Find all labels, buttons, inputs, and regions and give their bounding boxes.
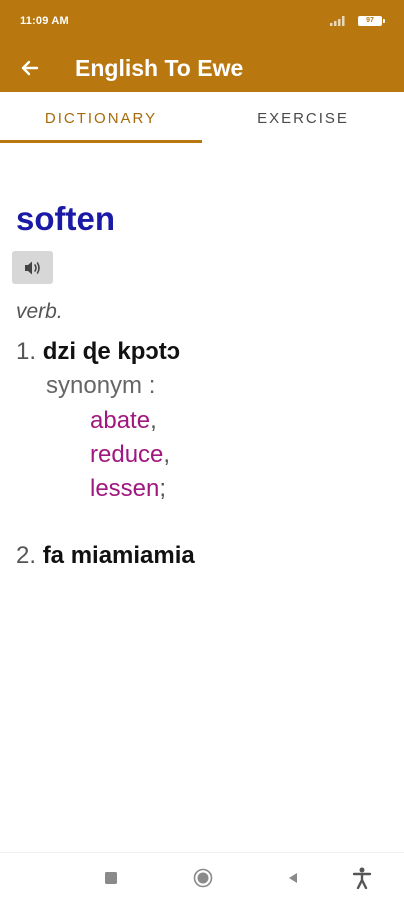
status-time: 11:09 AM [20,15,69,27]
sense-translation: dzi ɖe kpɔtɔ [42,338,181,365]
tab-bar: DICTIONARY EXERCISE [0,92,404,144]
recents-square-icon [105,872,117,884]
pronunciation-button[interactable] [12,251,53,284]
synonym-item[interactable]: reduce, [90,438,170,472]
synonym-word[interactable]: abate [90,407,150,434]
headword: soften [16,200,115,237]
home-button[interactable] [192,867,214,889]
back-button[interactable] [12,50,48,86]
sense-number: 2. [16,542,37,569]
synonym-word[interactable]: lessen [90,475,159,502]
accessibility-icon [352,867,372,889]
sense-item: 2. fa miamiamia [16,542,195,570]
accessibility-button[interactable] [351,867,373,889]
synonym-punct: , [163,441,171,468]
signal-icon [330,16,345,26]
synonym-list: abate, reduce, lessen; [90,404,170,506]
sense-item: 1. dzi ɖe kpɔtɔ [16,338,180,366]
part-of-speech: verb. [16,300,63,323]
back-arrow-icon [21,60,39,76]
status-bar: 11:09 AM 97 [0,0,404,44]
tab-exercise[interactable]: EXERCISE [202,92,404,144]
tab-dictionary[interactable]: DICTIONARY [0,92,202,144]
recents-button[interactable] [100,867,122,889]
synonym-punct: , [150,407,157,434]
synonym-punct: ; [159,475,167,502]
app-bar: English To Ewe [0,44,404,92]
home-circle-icon [193,868,213,888]
synonym-label: synonym : [46,372,156,399]
speaker-icon [24,261,40,274]
sense-number: 1. [16,338,37,365]
synonym-word[interactable]: reduce [90,441,163,468]
app-title: English To Ewe [75,55,244,81]
synonym-item[interactable]: lessen; [90,472,170,506]
synonym-item[interactable]: abate, [90,404,170,438]
tab-selected-indicator [0,140,202,143]
system-nav-bar [0,852,404,901]
battery-icon: 97 [358,16,385,26]
back-triangle-icon [289,873,297,883]
battery-level: 97 [366,17,374,24]
sense-translation: fa miamiamia [42,542,195,569]
nav-back-button[interactable] [282,867,304,889]
